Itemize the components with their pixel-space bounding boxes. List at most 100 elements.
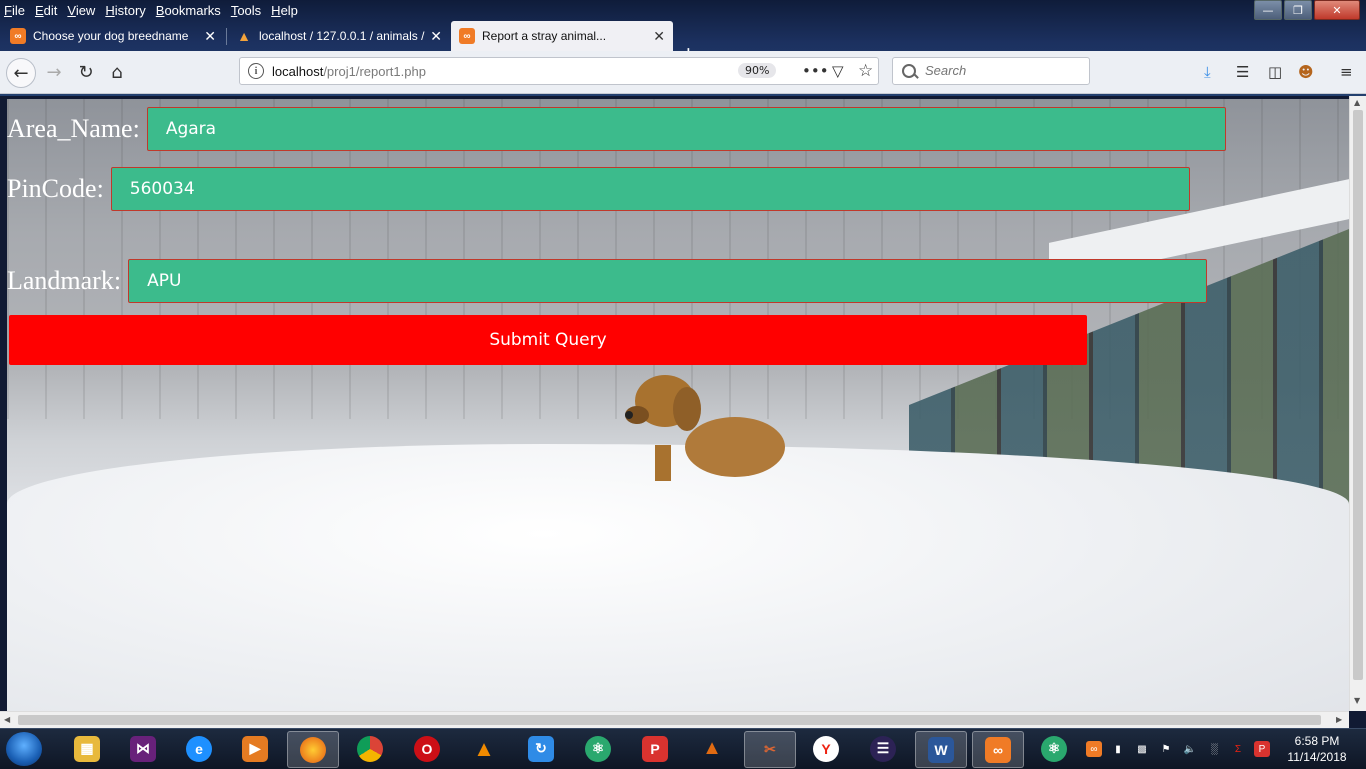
taskbar-internet-explorer[interactable]: e bbox=[174, 731, 224, 766]
window-controls: — ❐ ✕ bbox=[1252, 0, 1360, 20]
submit-query-button[interactable]: Submit Query bbox=[9, 315, 1087, 365]
matlab-icon: ▲ bbox=[702, 737, 722, 759]
taskbar-firefox[interactable] bbox=[287, 731, 339, 768]
search-box[interactable] bbox=[892, 57, 1090, 85]
scroll-up-icon[interactable]: ▲ bbox=[1354, 98, 1360, 107]
taskbar-vlc[interactable]: ▲ bbox=[459, 731, 509, 766]
restore-button[interactable]: ❐ bbox=[1284, 0, 1312, 20]
minimize-icon: — bbox=[1262, 3, 1274, 17]
sidebar-icon[interactable]: ◫ bbox=[1268, 63, 1282, 81]
tab-label: Report a stray animal... bbox=[482, 29, 607, 43]
area-name-label: Area_Name: bbox=[7, 114, 140, 143]
taskbar-opera[interactable]: O bbox=[402, 731, 452, 766]
taskbar-sync[interactable]: ↻ bbox=[516, 731, 566, 766]
landmark-label: Landmark: bbox=[7, 266, 122, 295]
menu-view[interactable]: View bbox=[67, 3, 95, 18]
xampp-icon: ∞ bbox=[10, 28, 26, 44]
start-button[interactable] bbox=[6, 732, 42, 766]
zoom-level-badge[interactable]: 90% bbox=[738, 63, 777, 78]
tab-close-icon[interactable]: ✕ bbox=[653, 28, 665, 45]
vertical-scrollbar[interactable]: ▲ ▼ bbox=[1349, 96, 1366, 711]
area-name-input[interactable] bbox=[146, 107, 1226, 151]
taskbar-matlab[interactable]: ▲ bbox=[687, 731, 737, 766]
home-button[interactable]: ⌂ bbox=[105, 60, 129, 84]
file-explorer-icon: ▦ bbox=[74, 735, 100, 762]
extension-monkey-icon[interactable]: ☻ bbox=[1298, 63, 1314, 81]
network-share-tray-icon[interactable]: ▩ bbox=[1134, 741, 1150, 757]
tab-close-icon[interactable]: ✕ bbox=[204, 28, 216, 45]
atom-icon: ⚛ bbox=[585, 735, 611, 762]
phpmyadmin-icon: ▲ bbox=[237, 28, 251, 44]
menu-bar: File Edit View History Bookmarks Tools H… bbox=[0, 0, 1264, 20]
taskbar-chrome[interactable] bbox=[345, 731, 395, 766]
page-actions-icon[interactable]: ••• bbox=[802, 62, 829, 80]
taskbar-word[interactable]: W bbox=[915, 731, 967, 768]
taskbar-file-explorer[interactable]: ▦ bbox=[62, 731, 112, 766]
xampp-tray-icon[interactable]: ∞ bbox=[1086, 741, 1102, 757]
internet-explorer-icon: e bbox=[186, 735, 212, 762]
taskbar-eclipse[interactable]: ☰ bbox=[858, 731, 908, 766]
system-tray: ∞ ▮ ▩ ⚑ 🔈 ░ Σ P bbox=[1086, 729, 1278, 769]
tab-close-icon[interactable]: ✕ bbox=[430, 28, 442, 45]
menu-file[interactable]: File bbox=[4, 3, 25, 18]
menu-bookmarks[interactable]: Bookmarks bbox=[156, 3, 221, 18]
device-tray-icon[interactable]: ▮ bbox=[1110, 741, 1126, 757]
chrome-icon bbox=[357, 735, 383, 762]
horizontal-scrollbar[interactable]: ◀ ▶ bbox=[0, 711, 1349, 729]
scroll-left-icon[interactable]: ◀ bbox=[4, 715, 10, 724]
clock-time: 6:58 PM bbox=[1294, 734, 1340, 748]
antivirus-tray-icon[interactable]: Σ bbox=[1230, 741, 1246, 757]
site-info-icon[interactable]: i bbox=[248, 63, 264, 79]
tab-dog-breed[interactable]: ∞ Choose your dog breedname ✕ bbox=[2, 21, 224, 51]
psiphon-tray-icon[interactable]: P bbox=[1254, 741, 1270, 757]
taskbar-media-player[interactable]: ▶ bbox=[230, 731, 280, 766]
url-text[interactable]: localhost/proj1/report1.php bbox=[272, 64, 426, 79]
taskbar-clock[interactable]: 6:58 PM 11/14/2018 bbox=[1282, 733, 1352, 765]
search-input[interactable] bbox=[923, 62, 1077, 79]
bookmark-star-icon[interactable]: ☆ bbox=[858, 61, 873, 81]
close-icon: ✕ bbox=[1332, 3, 1342, 17]
browser-chrome: File Edit View History Bookmarks Tools H… bbox=[0, 0, 1366, 96]
forward-button[interactable]: → bbox=[42, 60, 66, 84]
taskbar-xampp[interactable]: ∞ bbox=[972, 731, 1024, 768]
back-button[interactable]: ← bbox=[6, 58, 36, 88]
vertical-scroll-thumb[interactable] bbox=[1353, 110, 1363, 680]
taskbar-visual-studio[interactable]: ⋈ bbox=[118, 731, 168, 766]
opera-icon: O bbox=[414, 735, 440, 762]
menu-edit[interactable]: Edit bbox=[35, 3, 57, 18]
tab-label: Choose your dog breedname bbox=[33, 29, 189, 43]
pocket-icon[interactable]: ▽ bbox=[832, 62, 844, 80]
taskbar-atom-2[interactable]: ⚛ bbox=[1029, 731, 1079, 766]
reload-button[interactable]: ↻ bbox=[74, 60, 98, 84]
pincode-label: PinCode: bbox=[7, 174, 104, 203]
menu-tools[interactable]: Tools bbox=[231, 3, 261, 18]
pincode-input[interactable] bbox=[110, 167, 1190, 211]
scroll-down-icon[interactable]: ▼ bbox=[1354, 696, 1360, 705]
minimize-button[interactable]: — bbox=[1254, 0, 1282, 20]
volume-icon[interactable]: 🔈 bbox=[1182, 741, 1198, 757]
horizontal-scroll-thumb[interactable] bbox=[18, 715, 1321, 725]
tab-report-stray[interactable]: ∞ Report a stray animal... ✕ bbox=[451, 21, 673, 51]
close-window-button[interactable]: ✕ bbox=[1314, 0, 1360, 20]
download-icon[interactable]: ⤓ bbox=[1204, 63, 1211, 81]
tab-phpmyadmin[interactable]: ▲ localhost / 127.0.0.1 / animals / ✕ bbox=[228, 21, 450, 51]
hamburger-menu-icon[interactable]: ≡ bbox=[1340, 63, 1353, 81]
taskbar-yandex[interactable]: Y bbox=[801, 731, 851, 766]
search-icon bbox=[902, 64, 916, 78]
taskbar-psiphon[interactable]: P bbox=[630, 731, 680, 766]
scroll-right-icon[interactable]: ▶ bbox=[1336, 715, 1342, 724]
yandex-icon: Y bbox=[813, 735, 839, 762]
url-bar[interactable]: i localhost/proj1/report1.php 90% ••• ▽ … bbox=[239, 57, 879, 85]
background-dog-image bbox=[625, 375, 785, 481]
taskbar-snipping-tool[interactable]: ✂ bbox=[744, 731, 796, 768]
firefox-icon bbox=[300, 736, 326, 763]
menu-help[interactable]: Help bbox=[271, 3, 298, 18]
taskbar-atom[interactable]: ⚛ bbox=[573, 731, 623, 766]
menu-history[interactable]: History bbox=[105, 3, 145, 18]
landmark-input[interactable] bbox=[128, 259, 1208, 303]
library-icon[interactable]: ☰ bbox=[1236, 63, 1249, 81]
pincode-row: PinCode: bbox=[7, 167, 1190, 211]
signal-strength-icon[interactable]: ░ bbox=[1206, 741, 1222, 757]
tab-label: localhost / 127.0.0.1 / animals / bbox=[259, 29, 425, 43]
action-center-flag-icon[interactable]: ⚑ bbox=[1158, 741, 1174, 757]
